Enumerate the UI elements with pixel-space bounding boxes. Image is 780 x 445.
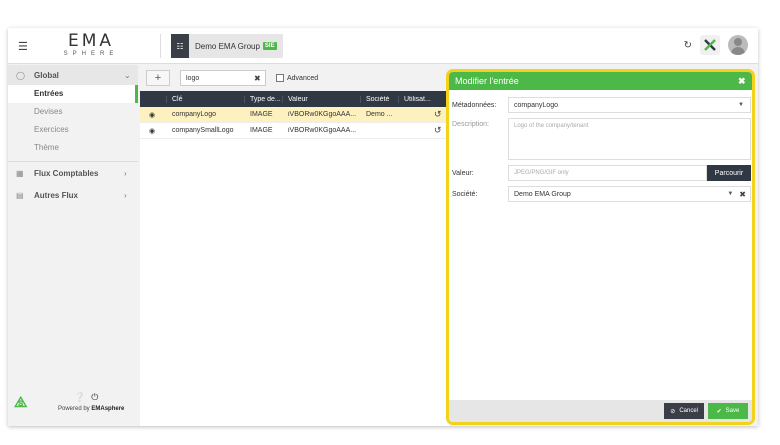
panel-header: Modifier l'entrée ✖: [449, 72, 752, 90]
chevron-down-icon: ⌄: [124, 70, 131, 80]
help-icon[interactable]: ❔: [74, 392, 91, 402]
cancel-label: Cancel: [679, 408, 698, 414]
panel-footer: ⊘ Cancel ✔ Save: [449, 400, 752, 422]
search-input[interactable]: [186, 74, 248, 82]
list-toolbar: + ✖ Advanced: [140, 65, 450, 91]
save-label: Save: [725, 408, 740, 414]
sidebar-section-global[interactable]: ◯ Global ⌄: [8, 65, 138, 85]
powered-brand: EMAsphere: [91, 406, 125, 412]
row-entry-icon: ◉: [149, 111, 156, 119]
metadata-value: companyLogo: [514, 101, 558, 109]
sidebar-footer: ⧌ ❔⏻ Powered by EMAsphere: [14, 390, 134, 420]
clear-search-icon[interactable]: ✖: [254, 74, 261, 83]
value-row: Valeur: JPEG/PNG/GIF only Parcourir: [452, 165, 751, 181]
powered-by-text: Powered by EMAsphere: [58, 406, 124, 412]
chevron-right-icon: ›: [124, 168, 127, 178]
company-label: Société:: [452, 190, 478, 198]
company-value: Demo EMA Group: [514, 190, 571, 198]
advanced-checkbox[interactable]: [276, 74, 284, 82]
metadata-label: Métadonnées:: [452, 101, 497, 109]
column-header-utilisateur[interactable]: Utilisat...: [398, 95, 434, 103]
clear-company-icon[interactable]: ✖: [739, 190, 746, 199]
sidebar-item-exercices[interactable]: Exercices: [8, 121, 138, 139]
globe-icon: ◯: [16, 70, 25, 80]
logo-main-text: EMA: [67, 31, 115, 51]
chevron-right-icon: ›: [124, 190, 127, 200]
cell-type: IMAGE: [250, 111, 273, 118]
logo-sub-text: SPHERE: [63, 51, 119, 57]
browse-button[interactable]: Parcourir: [707, 165, 751, 181]
sidebar-group-label: Autres Flux: [34, 190, 79, 200]
company-selector[interactable]: ☷ Demo EMA Group SIE: [171, 34, 283, 58]
company-name: Demo EMA Group: [195, 41, 260, 51]
cell-value: iVBORw0KGgoAAA...: [288, 127, 357, 134]
org-chart-icon: ☷: [171, 34, 189, 58]
save-button[interactable]: ✔ Save: [708, 403, 748, 419]
add-entry-button[interactable]: +: [146, 70, 170, 86]
file-input[interactable]: JPEG/PNG/GIF only: [508, 165, 707, 181]
hamburger-menu-icon[interactable]: ☰: [18, 40, 28, 53]
description-label: Description:: [452, 121, 489, 128]
cell-type: IMAGE: [250, 127, 273, 134]
entries-list-panel: + ✖ Advanced Clé Type de... Valeur Socié…: [140, 65, 450, 426]
tools-icon[interactable]: [700, 35, 720, 55]
cell-value: iVBORw0KGgoAAA...: [288, 111, 357, 118]
description-textarea[interactable]: Logo of the company/tenant: [508, 118, 751, 160]
list-icon: ▤: [16, 190, 24, 200]
company-row: Société: Demo EMA Group ▼ ✖: [452, 186, 751, 202]
dropdown-caret-icon: ▼: [738, 102, 744, 108]
column-header-type[interactable]: Type de...: [244, 95, 282, 103]
search-box: ✖: [180, 70, 266, 86]
company-badge: SIE: [262, 42, 277, 50]
top-divider: [160, 34, 161, 58]
sidebar-group-autres-flux[interactable]: ▤ Autres Flux ›: [8, 184, 138, 206]
value-label: Valeur:: [452, 169, 474, 177]
sidebar-group-flux-comptables[interactable]: ▦ Flux Comptables ›: [8, 162, 138, 184]
description-row: Description: Logo of the company/tenant: [452, 118, 751, 160]
power-icon[interactable]: ⏻: [91, 392, 104, 402]
advanced-toggle[interactable]: Advanced: [276, 74, 318, 82]
close-icon[interactable]: ✖: [738, 76, 752, 87]
company-select[interactable]: Demo EMA Group ▼ ✖: [508, 186, 751, 202]
cancel-button[interactable]: ⊘ Cancel: [664, 403, 704, 419]
emasphere-logo: EMA SPHERE: [58, 32, 124, 58]
sidebar: ◯ Global ⌄ Entrées Devises Exercices Thè…: [8, 65, 138, 426]
cell-key: companySmallLogo: [172, 127, 234, 134]
cancel-icon: ⊘: [670, 408, 676, 415]
metadata-row: Métadonnées: companyLogo ▼: [452, 97, 751, 113]
edit-entry-panel: Modifier l'entrée ✖ Métadonnées: company…: [446, 69, 755, 425]
sidebar-item-devises[interactable]: Devises: [8, 103, 138, 121]
top-right-actions: ↻: [684, 35, 748, 55]
signal-logo-icon: ⧌: [14, 394, 28, 411]
powered-prefix: Powered by: [58, 406, 92, 412]
grid-icon: ▦: [16, 168, 24, 178]
check-icon: ✔: [716, 408, 722, 415]
row-entry-icon: ◉: [149, 127, 156, 135]
table-row[interactable]: ◉ companySmallLogo IMAGE iVBORw0KGgoAAA.…: [140, 123, 450, 139]
refresh-icon[interactable]: ↻: [684, 40, 692, 51]
user-avatar[interactable]: [728, 35, 748, 55]
column-header-valeur[interactable]: Valeur: [282, 95, 360, 103]
column-header-cle[interactable]: Clé: [166, 95, 244, 103]
tools-icon-svg: [704, 39, 716, 51]
cell-key: companyLogo: [172, 111, 216, 118]
advanced-label: Advanced: [287, 74, 319, 82]
top-bar: ☰ EMA SPHERE ☷ Demo EMA Group SIE ↻: [8, 28, 758, 64]
sidebar-section-label: Global: [34, 70, 59, 80]
table-header: Clé Type de... Valeur Société Utilisat..…: [140, 91, 450, 107]
column-header-societe[interactable]: Société: [360, 95, 398, 103]
dropdown-caret-icon: ▼: [727, 191, 734, 197]
sidebar-item-entrees[interactable]: Entrées: [8, 85, 138, 103]
sidebar-item-theme[interactable]: Thème: [8, 139, 138, 157]
panel-title: Modifier l'entrée: [455, 76, 519, 86]
cell-company: Demo ...: [366, 111, 393, 118]
sidebar-group-label: Flux Comptables: [34, 168, 99, 178]
table-row[interactable]: ◉ companyLogo IMAGE iVBORw0KGgoAAA... De…: [140, 107, 450, 123]
footer-icons: ❔⏻: [74, 392, 104, 403]
metadata-select[interactable]: companyLogo ▼: [508, 97, 751, 113]
